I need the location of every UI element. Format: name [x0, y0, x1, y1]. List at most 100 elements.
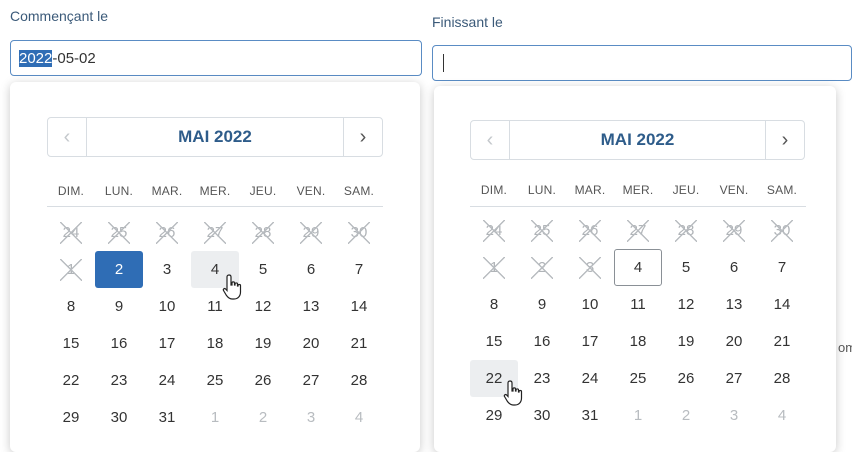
day-cell[interactable]: 2	[95, 251, 143, 288]
day-cell[interactable]: 23	[95, 362, 143, 399]
day-cell[interactable]: 30	[95, 399, 143, 436]
day-cell[interactable]: 17	[143, 325, 191, 362]
weekday-label: DIM.	[57, 184, 85, 198]
day-cell[interactable]: 4	[758, 397, 806, 434]
day-cell[interactable]: 28	[335, 362, 383, 399]
day-cell[interactable]: 6	[287, 251, 335, 288]
chevron-right-icon: ›	[781, 128, 789, 151]
end-prev-month-button[interactable]: ‹	[471, 121, 510, 159]
weekday-label: MAR.	[151, 184, 183, 198]
day-cell[interactable]: 29	[47, 399, 95, 436]
weekday-label: SAM.	[766, 183, 798, 197]
day-cell[interactable]: 13	[710, 286, 758, 323]
day-cell[interactable]: 7	[335, 251, 383, 288]
day-cell[interactable]: 16	[95, 325, 143, 362]
weekday-label: MAR.	[574, 183, 606, 197]
day-cell[interactable]: 22	[470, 360, 518, 397]
weekday-label: JEU.	[672, 183, 700, 197]
day-cell[interactable]: 1	[191, 399, 239, 436]
background-text-fragment: om	[838, 340, 852, 355]
day-cell[interactable]: 2	[662, 397, 710, 434]
day-cell[interactable]: 6	[710, 249, 758, 286]
day-cell[interactable]: 3	[710, 397, 758, 434]
day-cell[interactable]: 13	[287, 288, 335, 325]
day-cell[interactable]: 14	[335, 288, 383, 325]
start-calendar-popup: ‹ MAI 2022 › DIM. LUN. MAR. MER. JEU. VEN. SAM…	[10, 82, 420, 452]
weekday-label: VEN.	[719, 183, 749, 197]
chevron-left-icon: ‹	[486, 128, 494, 151]
day-cell[interactable]: 25	[191, 362, 239, 399]
day-cell[interactable]: 10	[143, 288, 191, 325]
day-cell[interactable]: 18	[191, 325, 239, 362]
day-cell[interactable]: 19	[662, 323, 710, 360]
day-cell[interactable]: 20	[710, 323, 758, 360]
end-month-title: MAI 2022	[600, 130, 675, 149]
day-cell[interactable]: 23	[518, 360, 566, 397]
start-date-rest-text: -05-02	[52, 49, 96, 67]
day-cell[interactable]: 12	[662, 286, 710, 323]
day-cell[interactable]: 4	[335, 399, 383, 436]
day-cell[interactable]: 3	[287, 399, 335, 436]
day-cell[interactable]: 24	[143, 362, 191, 399]
day-cell[interactable]: 20	[287, 325, 335, 362]
day-cell[interactable]: 4	[191, 251, 239, 288]
day-cell[interactable]: 18	[614, 323, 662, 360]
day-cell: 27	[191, 214, 239, 251]
day-cell: 26	[566, 212, 614, 249]
day-cell[interactable]: 8	[47, 288, 95, 325]
day-cell[interactable]: 31	[566, 397, 614, 434]
day-cell[interactable]: 24	[566, 360, 614, 397]
day-cell[interactable]: 3	[143, 251, 191, 288]
day-cell[interactable]: 22	[47, 362, 95, 399]
end-date-label: Finissant le	[432, 14, 503, 30]
start-prev-month-button[interactable]: ‹	[48, 118, 87, 156]
day-cell: 30	[758, 212, 806, 249]
day-cell[interactable]: 15	[470, 323, 518, 360]
day-cell[interactable]: 5	[239, 251, 287, 288]
day-cell[interactable]: 15	[47, 325, 95, 362]
weekday-label: DIM.	[480, 183, 508, 197]
end-month-nav: ‹ MAI 2022 ›	[470, 120, 805, 160]
day-cell[interactable]: 25	[614, 360, 662, 397]
day-cell: 26	[143, 214, 191, 251]
day-cell[interactable]: 14	[758, 286, 806, 323]
day-cell[interactable]: 1	[614, 397, 662, 434]
end-weekday-divider	[470, 206, 806, 207]
day-cell[interactable]: 21	[758, 323, 806, 360]
day-cell[interactable]: 26	[662, 360, 710, 397]
day-cell[interactable]: 9	[95, 288, 143, 325]
day-cell: 24	[470, 212, 518, 249]
chevron-left-icon: ‹	[63, 125, 71, 148]
day-cell[interactable]: 11	[614, 286, 662, 323]
day-cell[interactable]: 4	[614, 249, 662, 286]
end-date-input[interactable]	[432, 45, 852, 81]
day-cell[interactable]: 2	[239, 399, 287, 436]
day-cell[interactable]: 8	[470, 286, 518, 323]
day-cell[interactable]: 21	[335, 325, 383, 362]
day-cell[interactable]: 29	[470, 397, 518, 434]
day-cell[interactable]: 10	[566, 286, 614, 323]
day-cell[interactable]: 27	[710, 360, 758, 397]
day-cell[interactable]: 19	[239, 325, 287, 362]
start-date-input[interactable]: 2022 -05-02	[10, 40, 422, 76]
day-cell: 27	[614, 212, 662, 249]
day-cell[interactable]: 30	[518, 397, 566, 434]
start-next-month-button[interactable]: ›	[343, 118, 382, 156]
day-cell: 30	[335, 214, 383, 251]
day-cell[interactable]: 12	[239, 288, 287, 325]
day-cell[interactable]: 7	[758, 249, 806, 286]
day-cell[interactable]: 16	[518, 323, 566, 360]
day-cell[interactable]: 11	[191, 288, 239, 325]
day-cell: 28	[662, 212, 710, 249]
day-cell: 3	[566, 249, 614, 286]
day-cell[interactable]: 31	[143, 399, 191, 436]
start-date-label: Commençant le	[10, 8, 109, 24]
day-cell[interactable]: 9	[518, 286, 566, 323]
day-cell[interactable]: 28	[758, 360, 806, 397]
end-next-month-button[interactable]: ›	[765, 121, 804, 159]
day-cell[interactable]: 5	[662, 249, 710, 286]
end-weekday-header: DIM. LUN. MAR. MER. JEU. VEN. SAM.	[470, 183, 806, 197]
day-cell[interactable]: 17	[566, 323, 614, 360]
day-cell[interactable]: 27	[287, 362, 335, 399]
day-cell[interactable]: 26	[239, 362, 287, 399]
